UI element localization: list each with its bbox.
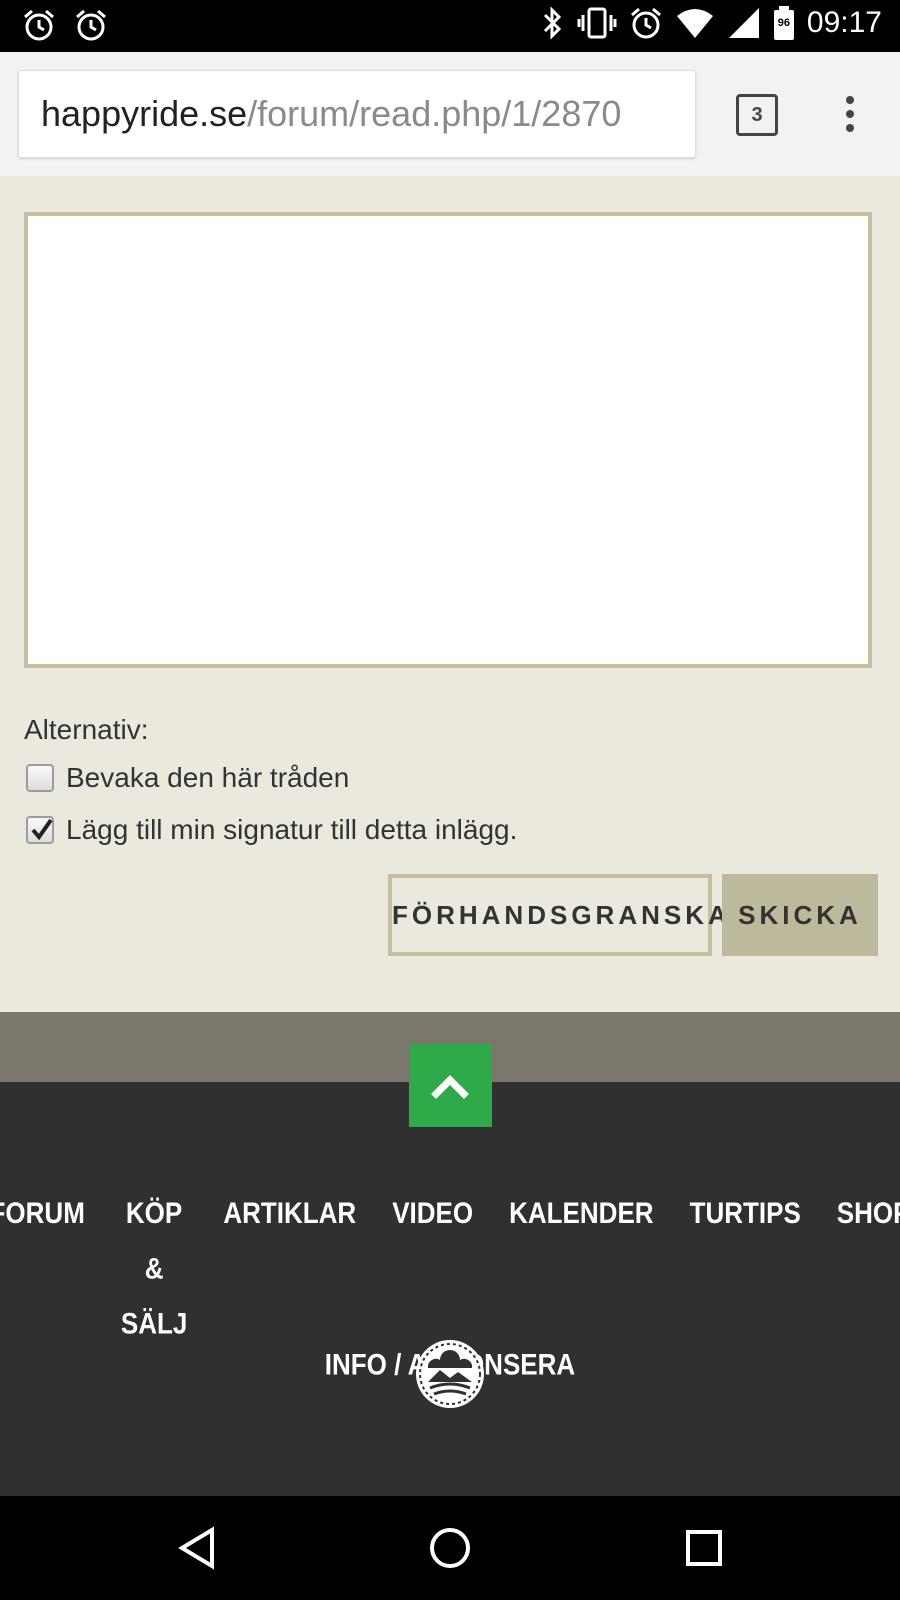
battery-icon: 96 <box>773 6 795 40</box>
footer-link-kop-salj[interactable]: KÖP & SÄLJ <box>121 1185 187 1351</box>
home-icon[interactable] <box>428 1526 472 1570</box>
watch-thread-label: Bevaka den här tråden <box>66 762 350 793</box>
wifi-icon <box>676 9 713 38</box>
browser-toolbar: happyride.se/forum/read.php/1/2870 3 <box>0 52 900 177</box>
signal-icon <box>728 8 759 38</box>
chevron-up-icon <box>431 1075 469 1099</box>
alarm-icon <box>76 9 106 41</box>
footer-link-artiklar[interactable]: ARTIKLAR <box>223 1185 356 1351</box>
bluetooth-icon <box>543 6 562 40</box>
add-signature-label: Lägg till min signatur till detta inlägg… <box>66 814 518 845</box>
recent-apps-icon[interactable] <box>684 1526 724 1570</box>
add-signature-checkbox[interactable] <box>26 816 54 844</box>
options-label: Alternativ: <box>24 714 149 745</box>
footer-link-turtips[interactable]: TURTIPS <box>690 1185 801 1351</box>
option-add-signature[interactable]: Lägg till min signatur till detta inlägg… <box>26 814 517 846</box>
message-textarea[interactable] <box>24 212 872 668</box>
footer-link-kalender[interactable]: KALENDER <box>509 1185 653 1351</box>
send-button[interactable]: SKICKA <box>722 874 878 956</box>
status-bar: 96 09:17 <box>0 0 900 52</box>
footer-link-forum[interactable]: FORUM <box>0 1185 85 1351</box>
system-nav-bar <box>0 1496 900 1600</box>
watch-thread-checkbox[interactable] <box>26 764 54 792</box>
footer-link-shop[interactable]: SHOP <box>837 1185 900 1351</box>
url-bar[interactable]: happyride.se/forum/read.php/1/2870 <box>18 70 696 158</box>
reply-form: Alternativ: Bevaka den här tråden Lägg t… <box>0 176 900 1012</box>
vibrate-icon <box>577 7 617 39</box>
preview-button[interactable]: FÖRHANDSGRANSKA <box>388 874 727 956</box>
back-icon[interactable] <box>176 1526 220 1570</box>
tab-switcher-button[interactable]: 3 <box>736 94 778 136</box>
footer-link-video[interactable]: VIDEO <box>392 1185 473 1351</box>
back-to-top-button[interactable] <box>409 1044 492 1127</box>
happyride-logo-icon[interactable] <box>414 1338 486 1410</box>
alarm-icon <box>630 7 661 39</box>
alarm-icon <box>24 9 54 41</box>
checkmark-icon <box>31 818 53 841</box>
url-domain: happyride.se <box>41 93 248 134</box>
option-watch-thread[interactable]: Bevaka den här tråden <box>26 762 349 794</box>
url-path: /forum/read.php/1/2870 <box>247 93 622 134</box>
clock: 09:17 <box>806 6 882 39</box>
overflow-menu-icon[interactable] <box>838 92 862 140</box>
battery-level: 96 <box>777 17 791 29</box>
